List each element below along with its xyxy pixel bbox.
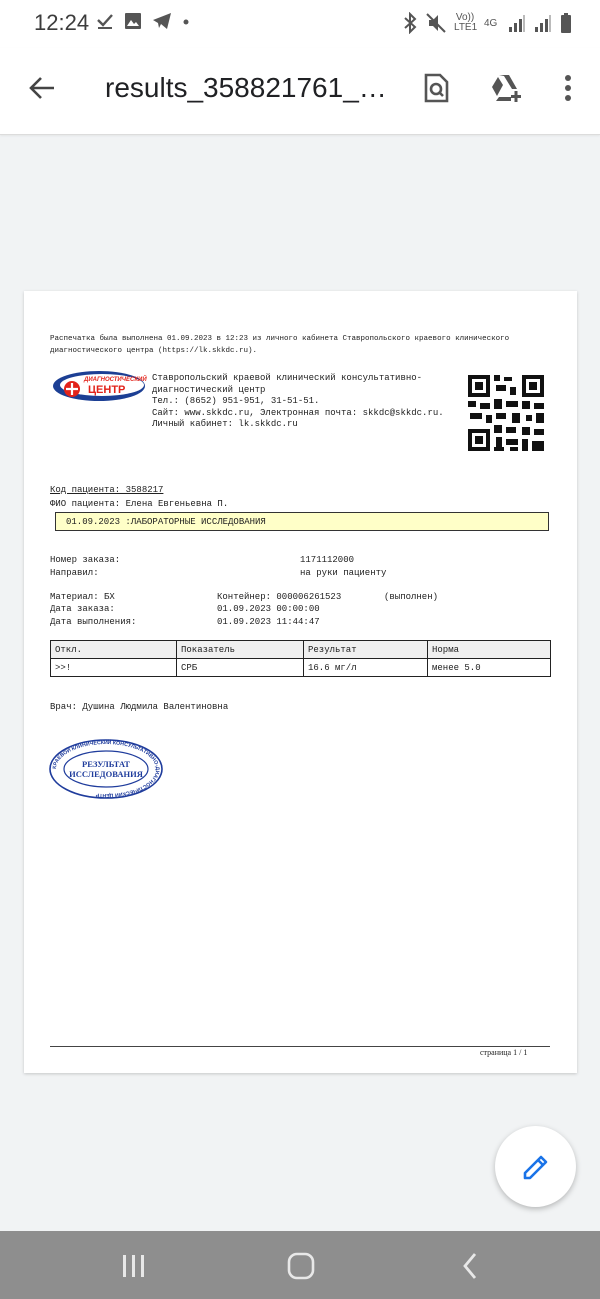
qr-code <box>466 373 546 453</box>
done-date-label: Дата выполнения: <box>50 617 137 627</box>
material: Материал: БХ <box>50 592 115 602</box>
table-cell: 16.6 мг/л <box>303 658 428 677</box>
signal-icon <box>509 15 525 32</box>
order-date-label: Дата заказа: <box>50 604 115 614</box>
find-in-page-icon <box>424 73 449 103</box>
container: Контейнер: 000006261523 <box>217 592 342 602</box>
find-in-page-button[interactable] <box>416 68 456 108</box>
table-header-cell: Показатель <box>176 640 304 659</box>
more-options-button[interactable] <box>548 68 588 108</box>
mute-icon <box>426 13 446 33</box>
back-nav-button[interactable] <box>450 1249 490 1283</box>
signal-roaming-icon <box>535 15 551 32</box>
table-cell: менее 5.0 <box>427 658 551 677</box>
print-note: Распечатка была выполнена 01.09.2023 в 1… <box>50 335 510 355</box>
network-label: 4G <box>484 17 498 29</box>
add-to-drive-button[interactable] <box>486 68 526 108</box>
recents-button[interactable] <box>114 1249 154 1283</box>
document-page[interactable]: Распечатка была выполнена 01.09.2023 в 1… <box>24 291 577 1073</box>
page-number: страница 1 / 1 <box>480 1048 528 1057</box>
telegram-icon <box>153 13 171 29</box>
back-icon <box>463 1253 477 1279</box>
table-cell: >>! <box>50 658 177 677</box>
clinic-name-line1: Ставропольский краевой клинический консу… <box>152 373 423 383</box>
clinic-logo: ДИАГНОСТИЧЕСКИЙ ЦЕНТР <box>52 369 147 403</box>
back-button[interactable] <box>24 70 60 106</box>
clinic-cabinet: Личный кабинет: lk.skkdc.ru <box>152 419 298 429</box>
table-cell: СРБ <box>176 658 304 677</box>
home-button[interactable] <box>281 1249 321 1283</box>
table-row: >>! СРБ 16.6 мг/л менее 5.0 <box>50 658 551 677</box>
add-to-drive-icon <box>492 75 521 102</box>
logo-line1: ДИАГНОСТИЧЕСКИЙ <box>83 375 147 383</box>
sent-by-label: Направил: <box>50 568 99 578</box>
results-table: Откл. Показатель Результат Норма >>! СРБ… <box>50 640 551 677</box>
patient-code: Код пациента: 3588217 <box>50 485 164 495</box>
footer-divider <box>50 1046 550 1047</box>
download-done-icon <box>97 14 113 29</box>
table-header-row: Откл. Показатель Результат Норма <box>50 640 551 659</box>
patient-name: ФИО пациента: Елена Евгеньевна П. <box>50 499 229 509</box>
image-icon <box>125 13 141 29</box>
volte-icon: Vo)) LTE1 <box>454 12 478 33</box>
clinic-name-line2: диагностический центр <box>152 384 266 395</box>
result-stamp: КРАЕВОЙ КЛИНИЧЕСКИЙ КОНСУЛЬТАТИВНО-ДИАГН… <box>49 738 163 800</box>
status-bar: 12:24 Vo)) LTE1 4G <box>0 0 600 48</box>
status-left-icons <box>96 12 190 30</box>
sent-by-value: на руки пациенту <box>300 568 387 578</box>
dot-icon <box>183 19 189 25</box>
back-arrow-icon <box>29 77 54 99</box>
volte-label: Vo)) LTE1 <box>454 12 478 33</box>
home-icon <box>287 1252 315 1280</box>
status-right-icons: Vo)) LTE1 4G <box>402 12 572 34</box>
navigation-bar <box>0 1231 600 1299</box>
order-date-value: 01.09.2023 00:00:00 <box>217 604 320 614</box>
order-number-label: Номер заказа: <box>50 555 121 565</box>
order-number-value: 1171112000 <box>300 555 355 565</box>
edit-fab-button[interactable] <box>495 1126 576 1207</box>
clinic-info: Ставропольский краевой клинический консу… <box>152 373 444 431</box>
stamp-text-line2: ИССЛЕДОВАНИЯ <box>69 769 143 779</box>
app-bar: results_358821761_0... <box>0 48 600 135</box>
section-banner: 01.09.2023 :ЛАБОРАТОРНЫЕ ИССЛЕДОВАНИЯ <box>55 512 549 531</box>
table-header-cell: Результат <box>303 640 428 659</box>
doctor: Врач: Душина Людмила Валентиновна <box>50 702 229 712</box>
table-header-cell: Норма <box>427 640 551 659</box>
document-title: results_358821761_0... <box>105 72 395 103</box>
clinic-phone: Тел.: (8652) 951-951, 31-51-51. <box>152 396 320 406</box>
more-vert-icon <box>565 75 571 101</box>
recents-icon <box>123 1255 144 1277</box>
table-header-cell: Откл. <box>50 640 177 659</box>
4g-icon: 4G <box>484 18 500 29</box>
clinic-site: Сайт: www.skkdc.ru, Электронная почта: s… <box>152 407 444 418</box>
battery-icon <box>561 13 571 33</box>
done-date-value: 01.09.2023 11:44:47 <box>217 617 320 627</box>
stamp-text-line1: РЕЗУЛЬТАТ <box>82 759 130 769</box>
edit-pencil-icon <box>523 1155 547 1179</box>
container-status: (выполнен) <box>384 592 439 602</box>
logo-line2: ЦЕНТР <box>88 384 125 396</box>
bluetooth-icon <box>404 12 417 34</box>
status-time: 12:24 <box>34 10 90 35</box>
